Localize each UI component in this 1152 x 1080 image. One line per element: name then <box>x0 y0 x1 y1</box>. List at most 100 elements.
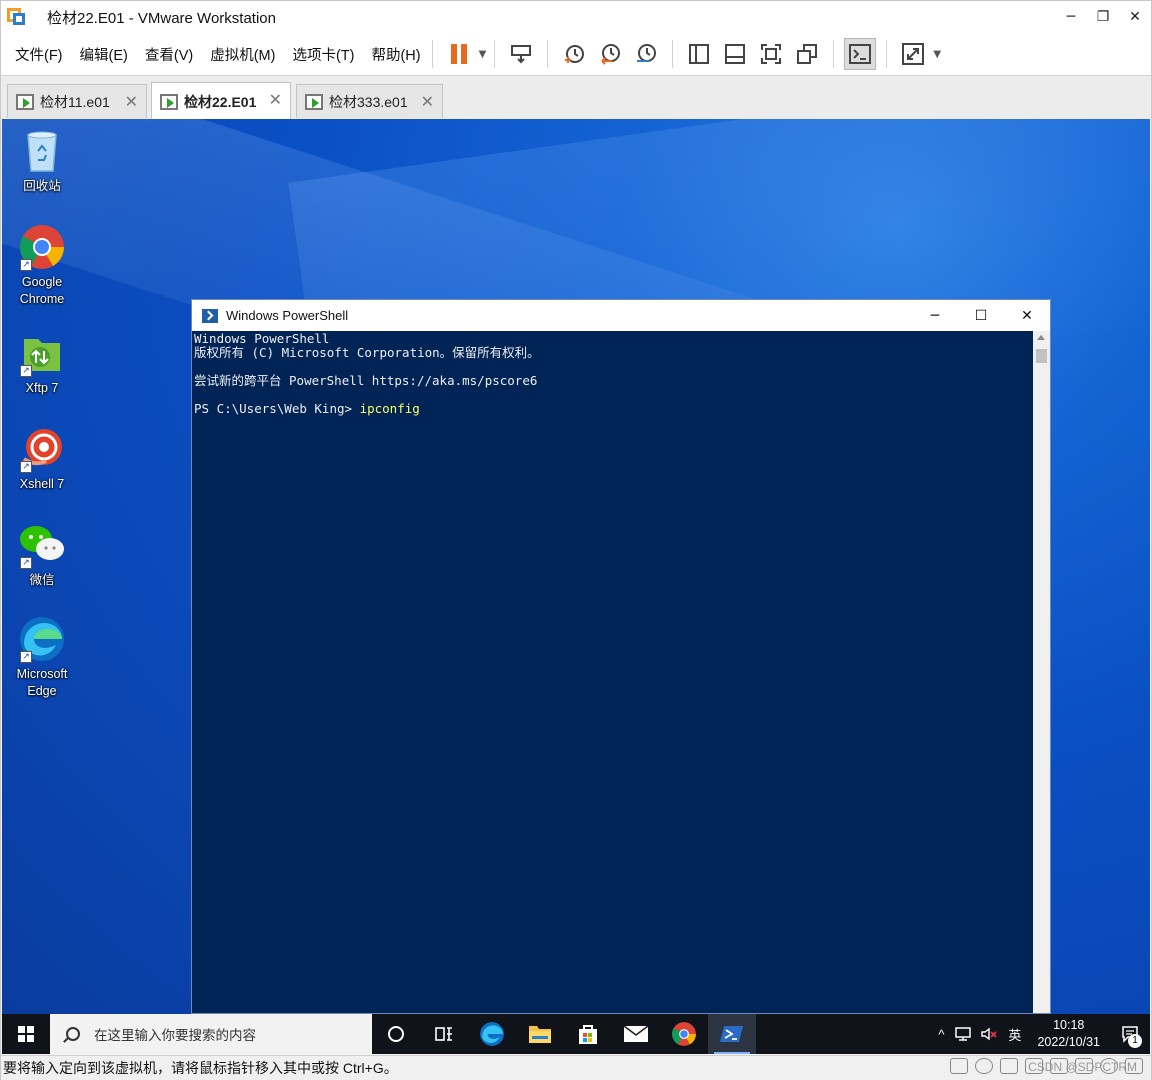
status-message: 要将输入定向到该虚拟机，请将鼠标指针移入其中或按 Ctrl+G。 <box>3 1060 398 1076</box>
stretch-button[interactable] <box>897 38 929 70</box>
taskbar-search-box[interactable]: 在这里输入你要搜索的内容 <box>50 1014 372 1054</box>
revert-snapshot-icon <box>601 44 621 65</box>
powershell-title: Windows PowerShell <box>226 308 349 323</box>
guest-taskbar: 在这里输入你要搜索的内容 ^ 英 10:18 2022/10/31 1 <box>2 1014 1150 1054</box>
chrome-icon <box>672 1022 696 1046</box>
scroll-up-icon[interactable] <box>1037 335 1045 340</box>
powershell-scrollbar[interactable] <box>1033 331 1050 1013</box>
taskbar-chrome[interactable] <box>660 1014 708 1054</box>
taskbar-edge[interactable] <box>468 1014 516 1054</box>
vm-icon <box>16 93 34 110</box>
shortcut-arrow-icon: ↗ <box>20 461 32 473</box>
powershell-window[interactable]: Windows PowerShell ─ ☐ ✕ Windows PowerSh… <box>191 299 1051 1014</box>
network-icon[interactable] <box>954 1026 972 1042</box>
cortana-button[interactable] <box>372 1014 420 1054</box>
revert-snapshot-button[interactable] <box>594 38 626 70</box>
window-title: 检材22.E01 - VMware Workstation <box>47 9 276 27</box>
console-line: Windows PowerShell <box>194 331 330 346</box>
taskbar-file-explorer[interactable] <box>516 1014 564 1054</box>
minimize-button[interactable]: ─ <box>1055 1 1087 33</box>
task-view-button[interactable] <box>420 1014 468 1054</box>
take-snapshot-button[interactable] <box>558 38 590 70</box>
tab-vm-1[interactable]: 检材11.e01 ✕ <box>7 84 147 118</box>
tab-close-icon[interactable]: ✕ <box>269 90 282 109</box>
desktop-icon-chrome[interactable]: ↗ Google Chrome <box>6 223 78 308</box>
pause-dropdown-icon[interactable]: ▼ <box>479 49 487 60</box>
tray-overflow-chevron[interactable]: ^ <box>938 1027 944 1042</box>
menu-file[interactable]: 文件(F) <box>15 44 63 65</box>
tab-close-icon[interactable]: ✕ <box>125 92 138 111</box>
tab-label: 检材22.E01 <box>184 93 257 110</box>
unity-icon <box>797 44 818 64</box>
ime-indicator[interactable]: 英 <box>1008 1025 1021 1044</box>
restore-button[interactable]: ❐ <box>1087 1 1119 33</box>
powershell-title-bar[interactable]: Windows PowerShell ─ ☐ ✕ <box>192 300 1050 331</box>
tab-close-icon[interactable]: ✕ <box>421 92 434 111</box>
stretch-dropdown-icon[interactable]: ▼ <box>933 49 941 60</box>
snapshot-icon <box>565 45 585 63</box>
start-button[interactable] <box>2 1014 50 1054</box>
pause-icon <box>450 44 467 64</box>
taskbar-powershell[interactable] <box>708 1014 756 1054</box>
powershell-icon <box>202 308 218 323</box>
show-library-button[interactable] <box>683 38 715 70</box>
taskbar-clock[interactable]: 10:18 2022/10/31 <box>1037 1017 1100 1051</box>
shortcut-arrow-icon: ↗ <box>20 259 32 271</box>
thumbnail-icon <box>725 44 746 64</box>
desktop-icon-label: Xftp 7 <box>25 381 59 395</box>
desktop-icon-label: 回收站 <box>23 179 61 193</box>
store-icon <box>579 1025 597 1044</box>
shortcut-arrow-icon: ↗ <box>20 365 32 377</box>
unity-button[interactable] <box>791 38 823 70</box>
hard-disk-icon[interactable] <box>950 1058 968 1074</box>
powershell-icon <box>720 1026 743 1042</box>
tab-vm-2[interactable]: 检材22.E01 ✕ <box>151 82 291 120</box>
tab-label: 检材11.e01 <box>40 93 110 110</box>
cd-dvd-icon[interactable] <box>975 1058 993 1074</box>
ps-close-button[interactable]: ✕ <box>1004 300 1050 331</box>
notification-center-button[interactable]: 1 <box>1110 1014 1150 1054</box>
send-keys-icon <box>511 45 532 64</box>
search-placeholder: 在这里输入你要搜索的内容 <box>94 1028 256 1043</box>
console-line: 尝试新的跨平台 PowerShell https://aka.ms/pscore… <box>194 373 538 388</box>
search-icon <box>66 1027 80 1041</box>
desktop-icon-recycle-bin[interactable]: 回收站 <box>6 127 78 195</box>
scrollbar-thumb[interactable] <box>1036 349 1047 363</box>
menu-view[interactable]: 查看(V) <box>145 44 193 65</box>
console-command: ipconfig <box>359 401 420 416</box>
menu-edit[interactable]: 编辑(E) <box>80 44 128 65</box>
desktop-icon-edge[interactable]: ↗ Microsoft Edge <box>6 615 78 700</box>
close-button[interactable]: ✕ <box>1119 1 1151 33</box>
shortcut-arrow-icon: ↗ <box>20 651 32 663</box>
network-adapter-icon[interactable] <box>1000 1058 1018 1074</box>
volume-muted-icon[interactable] <box>980 1026 998 1042</box>
menu-help[interactable]: 帮助(H) <box>371 44 420 65</box>
menu-vm[interactable]: 虚拟机(M) <box>210 44 275 65</box>
menu-toolbar: 文件(F) 编辑(E) 查看(V) 虚拟机(M) 选项卡(T) 帮助(H) ▼ <box>1 33 1151 75</box>
send-ctrl-alt-del-button[interactable] <box>505 38 537 70</box>
tab-vm-3[interactable]: 检材333.e01 ✕ <box>296 84 443 118</box>
windows-logo-icon <box>18 1026 34 1042</box>
fullscreen-icon <box>761 44 782 64</box>
console-view-button[interactable] <box>844 38 877 70</box>
desktop-icon-xftp[interactable]: ↗ Xftp 7 <box>6 329 78 397</box>
snapshot-manager-button[interactable] <box>630 38 662 70</box>
vm-icon <box>305 93 323 110</box>
vmware-window: 检材22.E01 - VMware Workstation ─ ❐ ✕ 文件(F… <box>0 0 1152 1080</box>
powershell-console[interactable]: Windows PowerShell 版权所有 (C) Microsoft Co… <box>192 331 1034 1013</box>
ps-maximize-button[interactable]: ☐ <box>958 300 1004 331</box>
show-thumbnail-button[interactable] <box>719 38 751 70</box>
console-line: 版权所有 (C) Microsoft Corporation。保留所有权利。 <box>194 345 540 360</box>
desktop-icon-wechat[interactable]: ↗ 微信 <box>6 521 78 589</box>
ps-minimize-button[interactable]: ─ <box>912 300 958 331</box>
fullscreen-button[interactable] <box>755 38 787 70</box>
shortcut-arrow-icon: ↗ <box>20 557 32 569</box>
library-icon <box>689 44 710 64</box>
taskbar-store[interactable] <box>564 1014 612 1054</box>
pause-button[interactable] <box>443 38 475 70</box>
menu-tabs[interactable]: 选项卡(T) <box>292 44 354 65</box>
system-tray: ^ 英 10:18 2022/10/31 1 <box>932 1014 1150 1054</box>
taskbar-mail[interactable] <box>612 1014 660 1054</box>
desktop-icon-xshell[interactable]: ↗ Xshell 7 <box>6 425 78 493</box>
notification-count-badge: 1 <box>1128 1034 1142 1048</box>
